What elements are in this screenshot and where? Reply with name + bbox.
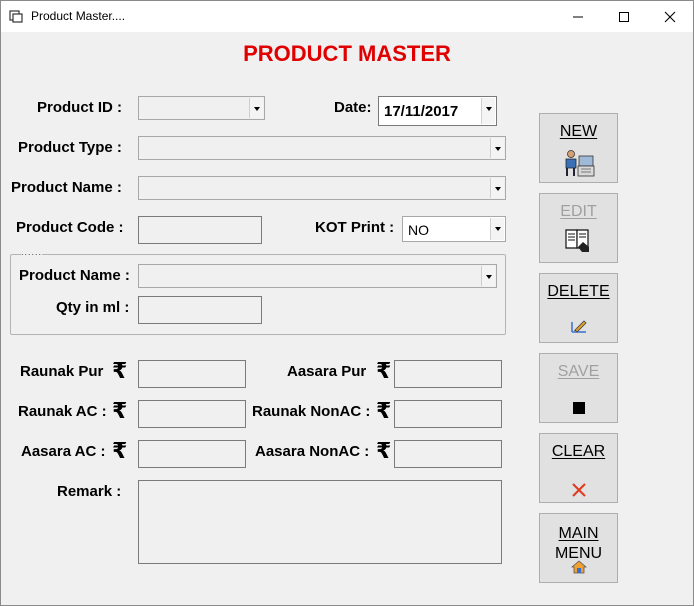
save-button[interactable]: SAVE — [539, 353, 618, 423]
raunak-nonac-label: Raunak NonAC : — [252, 403, 371, 420]
maximize-button[interactable] — [601, 1, 647, 32]
product-code-label: Product Code : — [16, 219, 124, 236]
hand-on-book-icon — [564, 229, 589, 252]
kot-print-combo[interactable]: NO — [402, 216, 506, 242]
raunak-pur-label: Raunak Pur — [20, 363, 104, 380]
red-x-icon — [571, 483, 586, 497]
save-button-label: SAVE — [557, 363, 600, 380]
black-square-icon — [572, 402, 585, 414]
aasara-pur-label: Aasara Pur — [287, 363, 367, 380]
qty-input[interactable] — [138, 296, 262, 324]
delete-button-label: DELETE — [547, 283, 610, 300]
kot-print-label: KOT Print : — [315, 219, 395, 236]
raunak-pur-input[interactable] — [138, 360, 246, 388]
new-button[interactable]: NEW — [539, 113, 618, 183]
raunak-nonac-input[interactable] — [394, 400, 502, 428]
maximize-icon — [619, 11, 629, 22]
qty-label: Qty in ml : — [56, 299, 130, 316]
person-at-desk-icon — [565, 150, 594, 177]
pencil-ruler-icon — [570, 320, 587, 333]
title-bar: Product Master.... — [1, 1, 693, 32]
rupee-icon: ₹ — [112, 399, 128, 424]
page-heading: PRODUCT MASTER — [243, 41, 451, 66]
close-button[interactable] — [647, 1, 693, 32]
aasara-pur-input[interactable] — [394, 360, 502, 388]
chevron-down-icon[interactable] — [490, 178, 504, 198]
minimize-button[interactable] — [555, 1, 601, 32]
rupee-icon: ₹ — [112, 359, 128, 384]
raunak-ac-input[interactable] — [138, 400, 246, 428]
date-value: 17/11/2017 — [384, 103, 459, 120]
rupee-icon: ₹ — [376, 439, 392, 464]
clear-button[interactable]: CLEAR — [539, 433, 618, 503]
product-name-label: Product Name : — [11, 179, 122, 196]
edit-button-label: EDIT — [560, 203, 597, 220]
aasara-nonac-input[interactable] — [394, 440, 502, 468]
remark-label: Remark : — [57, 483, 122, 500]
product-type-combo[interactable] — [138, 136, 506, 160]
product-type-label: Product Type : — [18, 139, 122, 156]
group-product-name-combo[interactable] — [138, 264, 497, 288]
group-product-name-label: Product Name : — [19, 267, 130, 284]
app-icon — [9, 10, 23, 23]
home-icon — [570, 560, 587, 574]
rupee-icon: ₹ — [112, 439, 128, 464]
date-label: Date: — [334, 99, 372, 116]
raunak-ac-label: Raunak AC : — [18, 403, 107, 420]
remark-textarea[interactable] — [138, 480, 502, 564]
close-icon — [664, 11, 676, 22]
product-master-window: Product Master.... PRODUCT MASTER Produc… — [0, 0, 694, 606]
rupee-icon: ₹ — [376, 399, 392, 424]
main-menu-button[interactable]: MAIN MENU — [539, 513, 618, 583]
product-code-input[interactable] — [138, 216, 262, 244]
chevron-down-icon[interactable] — [490, 138, 504, 158]
aasara-nonac-label: Aasara NonAC : — [255, 443, 370, 460]
delete-button[interactable]: DELETE — [539, 273, 618, 343]
main-menu-label-line1: MAIN — [558, 525, 599, 542]
window-title: Product Master.... — [31, 9, 126, 23]
new-button-label: NEW — [559, 123, 598, 140]
aasara-ac-input[interactable] — [138, 440, 246, 468]
groupbox-caption: ...... — [21, 247, 43, 257]
aasara-ac-label: Aasara AC : — [21, 443, 106, 460]
chevron-down-icon[interactable] — [490, 218, 504, 240]
product-id-label: Product ID : — [37, 99, 122, 116]
product-id-combo[interactable] — [138, 96, 265, 120]
rupee-icon: ₹ — [376, 359, 392, 384]
product-name-combo[interactable] — [138, 176, 506, 200]
clear-button-label: CLEAR — [551, 443, 606, 460]
chevron-down-icon[interactable] — [481, 98, 495, 124]
chevron-down-icon[interactable] — [481, 266, 495, 286]
date-picker[interactable]: 17/11/2017 — [378, 96, 497, 126]
kot-print-value: NO — [408, 222, 429, 238]
edit-button[interactable]: EDIT — [539, 193, 618, 263]
minimize-icon — [573, 16, 583, 17]
chevron-down-icon[interactable] — [249, 98, 263, 118]
